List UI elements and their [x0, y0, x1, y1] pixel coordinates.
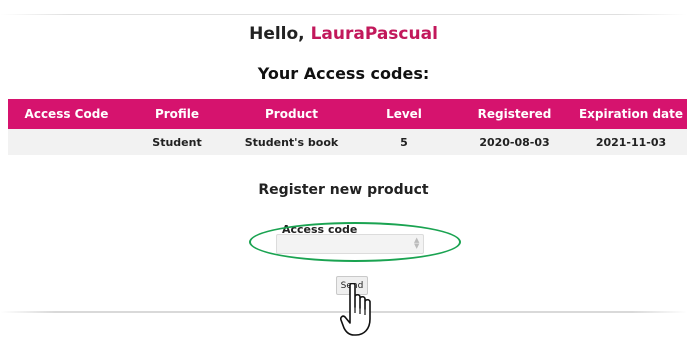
column-header-access-code: Access Code: [8, 99, 125, 129]
card-bottom-edge: [0, 311, 687, 313]
register-product-title: Register new product: [258, 182, 429, 198]
username: LauraPascual: [310, 24, 438, 44]
column-header-registered: Registered: [454, 99, 575, 129]
column-header-profile: Profile: [125, 99, 229, 129]
greeting-heading: Hello, LauraPascual: [0, 24, 687, 44]
access-codes-title: Your Access codes:: [257, 64, 430, 83]
column-header-expiration-date: Expiration date: [575, 99, 687, 129]
cell-level: 5: [354, 129, 454, 155]
page: Hello, LauraPascual Your Access codes: A…: [0, 0, 687, 339]
greeting-prefix: Hello,: [249, 24, 311, 44]
stepper-arrows-icon: ▲ ▼: [414, 236, 420, 250]
table-row: Student Student's book 5 2020-08-03 2021…: [8, 129, 687, 155]
column-header-level: Level: [354, 99, 454, 129]
cell-registered: 2020-08-03: [454, 129, 575, 155]
cell-expiration-date: 2021-11-03: [575, 129, 687, 155]
card-top-edge: [0, 14, 687, 15]
column-header-product: Product: [229, 99, 354, 129]
access-code-input[interactable]: [276, 234, 424, 254]
cell-profile: Student: [125, 129, 229, 155]
table-header-row: Access Code Profile Product Level Regist…: [8, 99, 687, 129]
access-codes-table: Access Code Profile Product Level Regist…: [8, 99, 687, 155]
cell-access-code: [8, 129, 125, 155]
send-button[interactable]: Send: [336, 276, 368, 295]
cell-product: Student's book: [229, 129, 354, 155]
